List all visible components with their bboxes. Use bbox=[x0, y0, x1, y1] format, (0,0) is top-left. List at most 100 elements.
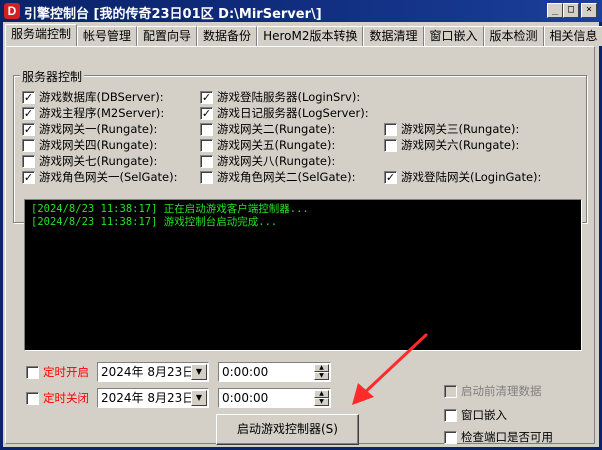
checkbox-label: 游戏日记服务器(LogServer): bbox=[217, 106, 369, 120]
checkbox-label: 游戏网关七(Rungate): bbox=[39, 154, 158, 168]
tab-related-info[interactable]: 相关信息 bbox=[543, 26, 602, 46]
start-date-picker[interactable]: 2024年 8月23日 ▼ bbox=[97, 362, 209, 382]
tab-data-cleanup[interactable]: 数据清理 bbox=[363, 26, 424, 46]
spin-down-icon[interactable]: ▼ bbox=[314, 372, 329, 380]
checkbox-box[interactable] bbox=[200, 170, 213, 184]
group-title: 服务器控制 bbox=[20, 68, 85, 85]
server-checkbox-logingate[interactable]: ✓ 游戏登陆网关(LoginGate): bbox=[384, 169, 541, 185]
checkbox-box[interactable] bbox=[200, 138, 213, 152]
server-checkbox-loginsrv[interactable]: ✓ 游戏登陆服务器(LoginSrv): bbox=[200, 89, 360, 105]
server-control-panel: 服务器控制 ✓ 游戏数据库(DBServer): ✓ 游戏登陆服务器(Login… bbox=[5, 46, 595, 445]
stop-time-value: 0:00:00 bbox=[222, 391, 269, 405]
time-spinner[interactable]: ▲ ▼ bbox=[314, 390, 329, 406]
title-bar[interactable]: D 引擎控制台 [我的传奇23日01区 D:\MirServer\] _ □ × bbox=[0, 0, 602, 22]
checkbox-label: 启动前清理数据 bbox=[461, 384, 542, 398]
server-checkbox-rungate-4[interactable]: 游戏网关四(Rungate): bbox=[22, 137, 157, 153]
checkbox-box[interactable]: ✓ bbox=[22, 170, 35, 184]
server-checkbox-dbserver[interactable]: ✓ 游戏数据库(DBServer): bbox=[22, 89, 164, 105]
server-checkbox-m2server[interactable]: ✓ 游戏主程序(M2Server): bbox=[22, 105, 164, 121]
checkbox-label: 游戏网关五(Rungate): bbox=[217, 138, 336, 152]
checkbox-box[interactable]: ✓ bbox=[22, 90, 35, 104]
minimize-button[interactable]: _ bbox=[547, 3, 563, 18]
chevron-down-icon[interactable]: ▼ bbox=[191, 364, 207, 380]
start-date-value: 2024年 8月23日 bbox=[101, 365, 195, 379]
scheduled-stop-checkbox[interactable]: 定时关闭 bbox=[26, 390, 89, 406]
server-checkbox-selgate-2[interactable]: 游戏角色网关二(SelGate): bbox=[200, 169, 355, 185]
checkbox-box[interactable] bbox=[200, 154, 213, 168]
checkbox-box[interactable] bbox=[22, 154, 35, 168]
server-checkbox-rungate-8[interactable]: 游戏网关八(Rungate): bbox=[200, 153, 335, 169]
server-checkbox-rungate-7[interactable]: 游戏网关七(Rungate): bbox=[22, 153, 157, 169]
tab-account-management[interactable]: 帐号管理 bbox=[77, 26, 138, 46]
window-title: 引擎控制台 [我的传奇23日01区 D:\MirServer\] bbox=[24, 7, 322, 22]
checkbox-label: 游戏网关三(Rungate): bbox=[401, 122, 520, 136]
tab-version-check[interactable]: 版本检测 bbox=[483, 26, 544, 46]
checkbox-box[interactable] bbox=[444, 408, 457, 422]
tab-window-embed[interactable]: 窗口嵌入 bbox=[423, 26, 484, 46]
checkbox-box[interactable]: ✓ bbox=[22, 122, 35, 136]
log-line: [2024/8/23 11:38:17] 游戏控制台启动完成... bbox=[31, 216, 278, 228]
server-checkbox-selgate-1[interactable]: ✓ 游戏角色网关一(SelGate): bbox=[22, 169, 177, 185]
checkbox-label: 游戏网关八(Rungate): bbox=[217, 154, 336, 168]
scheduled-stop-label: 定时关闭 bbox=[43, 391, 89, 405]
clean-data-before-start-checkbox[interactable]: 启动前清理数据 bbox=[444, 383, 542, 399]
checkbox-box[interactable]: ✓ bbox=[384, 170, 397, 184]
window-embed-checkbox[interactable]: 窗口嵌入 bbox=[444, 407, 507, 423]
app-icon: D bbox=[4, 3, 20, 19]
checkbox-label: 游戏主程序(M2Server): bbox=[39, 106, 165, 120]
tab-server-control[interactable]: 服务端控制 bbox=[5, 24, 78, 46]
check-port-available-checkbox[interactable]: 检查端口是否可用 bbox=[444, 429, 553, 445]
spin-up-icon[interactable]: ▲ bbox=[314, 364, 329, 372]
checkbox-label: 游戏网关二(Rungate): bbox=[217, 122, 336, 136]
checkbox-box[interactable] bbox=[26, 391, 39, 405]
log-console[interactable]: [2024/8/23 11:38:17] 正在启动游戏客户端控制器... [20… bbox=[24, 199, 582, 351]
checkbox-label: 游戏网关四(Rungate): bbox=[39, 138, 158, 152]
stop-date-value: 2024年 8月23日 bbox=[101, 391, 195, 405]
checkbox-box[interactable] bbox=[384, 138, 397, 152]
client-area: 服务端控制 帐号管理 配置向导 数据备份 HeroM2版本转换 数据清理 窗口嵌… bbox=[3, 22, 602, 447]
scheduled-start-label: 定时开启 bbox=[43, 365, 89, 379]
scheduled-start-checkbox[interactable]: 定时开启 bbox=[26, 364, 89, 380]
checkbox-box[interactable] bbox=[26, 365, 39, 379]
stop-time-field[interactable]: 0:00:00 ▲ ▼ bbox=[218, 388, 331, 408]
start-time-value: 0:00:00 bbox=[222, 365, 269, 379]
server-checkbox-rungate-6[interactable]: 游戏网关六(Rungate): bbox=[384, 137, 519, 153]
checkbox-label: 游戏登陆网关(LoginGate): bbox=[401, 170, 542, 184]
checkbox-label: 游戏网关一(Rungate): bbox=[39, 122, 158, 136]
checkbox-label: 窗口嵌入 bbox=[461, 408, 507, 422]
checkbox-box[interactable]: ✓ bbox=[200, 90, 213, 104]
checkbox-label: 游戏角色网关二(SelGate): bbox=[217, 170, 356, 184]
checkbox-box[interactable]: ✓ bbox=[22, 106, 35, 120]
server-checkbox-rungate-3[interactable]: 游戏网关三(Rungate): bbox=[384, 121, 519, 137]
checkbox-label: 游戏数据库(DBServer): bbox=[39, 90, 164, 104]
spin-up-icon[interactable]: ▲ bbox=[314, 390, 329, 398]
tab-data-backup[interactable]: 数据备份 bbox=[197, 26, 258, 46]
checkbox-box[interactable]: ✓ bbox=[200, 106, 213, 120]
annotation-arrow-icon bbox=[352, 333, 428, 405]
server-checkbox-rungate-1[interactable]: ✓ 游戏网关一(Rungate): bbox=[22, 121, 157, 137]
checkbox-label: 游戏网关六(Rungate): bbox=[401, 138, 520, 152]
log-line: [2024/8/23 11:38:17] 正在启动游戏客户端控制器... bbox=[31, 203, 309, 215]
server-checkbox-rungate-2[interactable]: 游戏网关二(Rungate): bbox=[200, 121, 335, 137]
tab-herom2-convert[interactable]: HeroM2版本转换 bbox=[257, 26, 364, 46]
checkbox-label: 游戏登陆服务器(LoginSrv): bbox=[217, 90, 361, 104]
time-spinner[interactable]: ▲ ▼ bbox=[314, 364, 329, 380]
chevron-down-icon[interactable]: ▼ bbox=[191, 390, 207, 406]
tab-config-wizard[interactable]: 配置向导 bbox=[137, 26, 198, 46]
server-checkbox-logserver[interactable]: ✓ 游戏日记服务器(LogServer): bbox=[200, 105, 369, 121]
checkbox-box[interactable] bbox=[200, 122, 213, 136]
start-time-field[interactable]: 0:00:00 ▲ ▼ bbox=[218, 362, 331, 382]
main-window: D 引擎控制台 [我的传奇23日01区 D:\MirServer\] _ □ ×… bbox=[0, 0, 602, 450]
maximize-button[interactable]: □ bbox=[563, 3, 579, 18]
stop-date-picker[interactable]: 2024年 8月23日 ▼ bbox=[97, 388, 209, 408]
checkbox-label: 游戏角色网关一(SelGate): bbox=[39, 170, 178, 184]
checkbox-box[interactable] bbox=[22, 138, 35, 152]
spin-down-icon[interactable]: ▼ bbox=[314, 398, 329, 406]
checkbox-label: 检查端口是否可用 bbox=[461, 430, 553, 444]
close-button[interactable]: × bbox=[581, 3, 597, 18]
checkbox-box[interactable] bbox=[444, 384, 457, 398]
server-checkbox-rungate-5[interactable]: 游戏网关五(Rungate): bbox=[200, 137, 335, 153]
start-controller-button[interactable]: 启动游戏控制器(S) bbox=[216, 414, 359, 445]
checkbox-box[interactable] bbox=[384, 122, 397, 136]
checkbox-box[interactable] bbox=[444, 430, 457, 444]
